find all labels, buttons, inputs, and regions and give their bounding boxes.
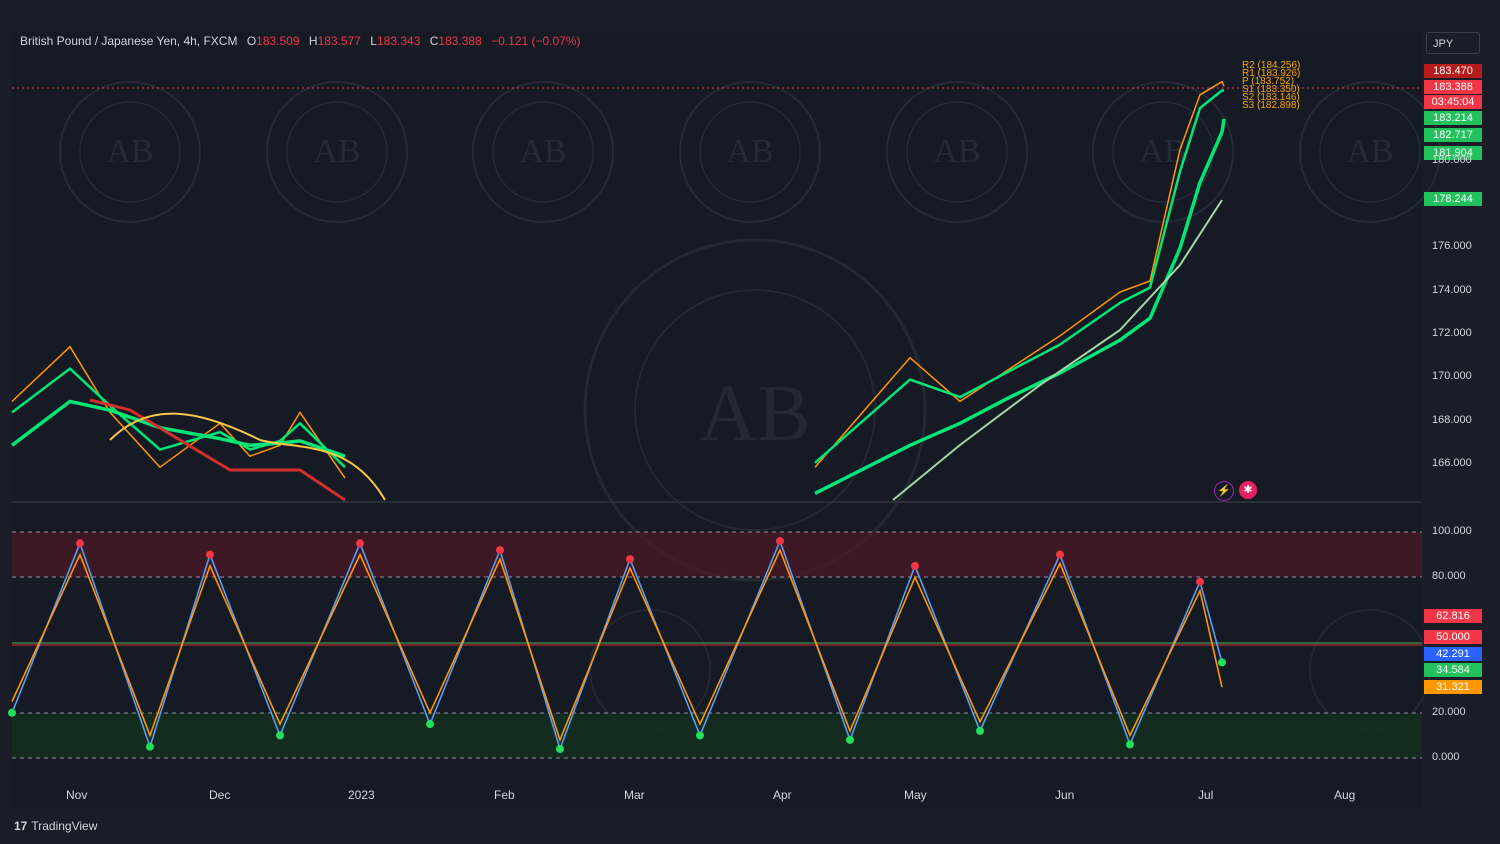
open-label: O — [246, 34, 257, 48]
oversold-dot — [276, 731, 284, 740]
price-axis-label: 174.000 — [1432, 284, 1472, 296]
watermark-seal-text: AB — [726, 133, 773, 170]
oversold-dot — [1218, 658, 1226, 667]
oversold-dot — [8, 708, 16, 717]
pivot-labels: R2 (184.256) R1 (183.926) P (183.752) S1… — [1242, 61, 1300, 111]
overbought-dot — [496, 546, 504, 555]
oversold-dot — [1126, 740, 1134, 749]
watermark-seal — [1309, 609, 1431, 731]
flag-icon[interactable]: ✱ — [1239, 481, 1257, 499]
overbought-dot — [76, 539, 84, 548]
price-tag: 178.244 — [1424, 192, 1482, 206]
price-axis-label: 176.000 — [1432, 240, 1472, 252]
slow-ma-line — [892, 199, 1223, 501]
tradingview-brand[interactable]: 17 TradingView — [14, 819, 97, 833]
price-axis-label: 172.000 — [1432, 327, 1472, 339]
high-label: H — [308, 34, 318, 48]
osc-axis-label: 80.000 — [1432, 570, 1466, 582]
watermark-seal-text: AB — [933, 133, 980, 170]
month-label: Aug — [1334, 788, 1356, 802]
month-label: May — [904, 788, 927, 802]
price-series-line — [11, 367, 346, 469]
oversold-dot — [696, 731, 704, 740]
close-value: 183.388 — [438, 34, 482, 48]
oversold-zone — [12, 713, 1422, 758]
month-label: Feb — [494, 788, 515, 802]
price-series-line — [11, 345, 346, 479]
month-label: Dec — [209, 788, 231, 802]
osc-tag: 31.321 — [1424, 680, 1482, 694]
watermark-seal-text: AB — [313, 133, 360, 170]
pivot-s3: S3 (182.898) — [1242, 100, 1300, 111]
osc-tag: 50.000 — [1424, 630, 1482, 644]
price-axis-label: 168.000 — [1432, 414, 1472, 426]
overbought-dot — [206, 550, 214, 559]
lightning-icon[interactable]: ⚡ — [1214, 481, 1234, 501]
symbol-header: British Pound / Japanese Yen, 4h, FXCM O… — [20, 34, 581, 48]
overbought-dot — [911, 561, 919, 570]
low-label: L — [370, 34, 377, 48]
month-label: Nov — [66, 788, 88, 802]
change-value: −0.121 (−0.07%) — [491, 34, 581, 48]
oversold-dot — [976, 726, 984, 735]
watermark-seal-text: AB — [1346, 133, 1393, 170]
countdown-tag: 03:45:04 — [1424, 95, 1482, 109]
oversold-dot — [556, 745, 564, 753]
price-tag: 183.470 — [1424, 64, 1482, 78]
price-axis-label: 180.000 — [1432, 154, 1472, 166]
watermark-seal-text: AB — [106, 133, 153, 170]
overbought-zone — [12, 532, 1422, 577]
osc-axis-label: 100.000 — [1432, 525, 1472, 537]
watermark-seal — [589, 609, 711, 731]
overbought-dot — [1056, 550, 1064, 559]
oversold-dot — [426, 720, 434, 729]
osc-axis-label: 20.000 — [1432, 706, 1466, 718]
price-tag: 183.214 — [1424, 111, 1482, 125]
watermark-seal-text: AB — [519, 133, 566, 170]
price-axis-label: 166.000 — [1432, 457, 1472, 469]
month-label: Apr — [773, 788, 792, 802]
high-value: 183.577 — [317, 34, 361, 48]
brand-name: TradingView — [31, 819, 98, 833]
watermark-center-text: AB — [699, 370, 810, 458]
osc-axis-label: 0.000 — [1432, 751, 1460, 763]
overbought-dot — [776, 537, 784, 545]
osc-tag: 62.816 — [1424, 609, 1482, 623]
tradingview-logo: 17 — [14, 819, 28, 833]
osc-tag: 34.584 — [1424, 663, 1482, 677]
open-value: 183.509 — [256, 34, 300, 48]
oversold-dot — [146, 742, 154, 751]
symbol-title[interactable]: British Pound / Japanese Yen, 4h, FXCM — [20, 34, 237, 48]
overbought-dot — [626, 555, 634, 564]
low-value: 183.343 — [376, 34, 421, 48]
price-axis-label: 170.000 — [1432, 370, 1472, 382]
osc-tag: 42.291 — [1424, 647, 1482, 661]
overbought-dot — [356, 539, 364, 548]
price-tag: 182.717 — [1424, 128, 1482, 142]
price-tag: 183.388 — [1424, 80, 1482, 94]
month-label: 2023 — [348, 788, 375, 802]
chart-svg[interactable]: AB AB AB AB AB AB ABAB — [0, 0, 1500, 844]
price-series-line — [814, 118, 1226, 495]
month-label: Jul — [1198, 788, 1214, 802]
month-label: Jun — [1055, 788, 1075, 802]
chart-window: AB AB AB AB AB AB AB AB British Pound / Japanes… — [0, 0, 1500, 844]
oversold-dot — [846, 735, 854, 744]
month-label: Mar — [624, 788, 645, 802]
currency-selector[interactable]: JPY — [1426, 32, 1480, 54]
overbought-dot — [1196, 577, 1204, 586]
